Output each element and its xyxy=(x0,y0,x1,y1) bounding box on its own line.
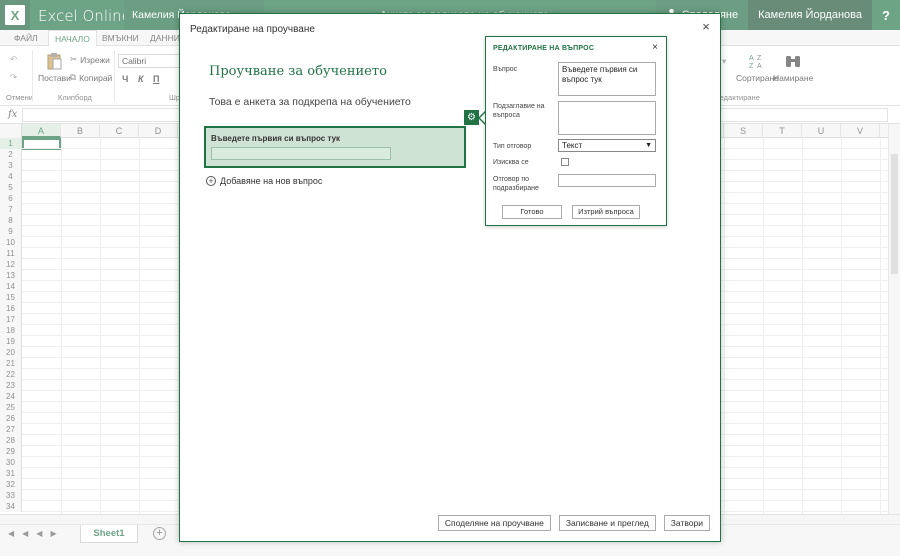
answer-preview-field xyxy=(211,147,391,160)
question-card[interactable]: Въведете първия си въпрос тук xyxy=(204,126,466,168)
share-survey-button[interactable]: Споделяне на проучване xyxy=(437,515,551,531)
subtitle-label: Подзаглавие на въпроса xyxy=(493,103,545,119)
close-button[interactable]: Затвори xyxy=(663,515,710,531)
plus-icon: + xyxy=(206,176,216,186)
close-icon[interactable]: × xyxy=(652,42,658,53)
default-answer-input[interactable] xyxy=(558,174,656,187)
done-button[interactable]: Готово xyxy=(502,205,562,219)
question-text: Въведете първия си въпрос тук xyxy=(211,134,341,143)
question-input[interactable]: Въведете първия си въпрос тук xyxy=(558,62,656,96)
gear-icon[interactable]: ⚙ xyxy=(464,110,479,125)
required-label: Изисква се xyxy=(493,159,529,166)
add-question-label: Добавяне на нов въпрос xyxy=(220,176,323,186)
chevron-down-icon: ▼ xyxy=(645,142,652,149)
dialog-title: Редактиране на проучване xyxy=(190,24,315,35)
edit-question-heading: РЕДАКТИРАНЕ НА ВЪПРОС xyxy=(493,45,595,52)
subtitle-input[interactable] xyxy=(558,101,656,135)
save-view-button[interactable]: Записване и преглед xyxy=(558,515,656,531)
question-label: Въпрос xyxy=(493,66,518,73)
answer-type-label: Тип отговор xyxy=(493,143,532,150)
answer-type-select[interactable]: Текст ▼ xyxy=(558,139,656,152)
add-question-button[interactable]: + Добавяне на нов въпрос xyxy=(206,176,322,186)
close-icon[interactable]: × xyxy=(699,20,713,34)
edit-question-panel: РЕДАКТИРАНЕ НА ВЪПРОС × Въпрос Въведете … xyxy=(485,36,667,226)
survey-description[interactable]: Това е анкета за подкрепа на обучението xyxy=(209,96,411,108)
survey-title[interactable]: Проучване за обучението xyxy=(209,64,387,79)
delete-question-button[interactable]: Изтрий въпроса xyxy=(572,205,640,219)
required-checkbox[interactable] xyxy=(561,158,569,166)
answer-type-value: Текст xyxy=(562,141,583,150)
default-answer-label: Отговор по подразбиране xyxy=(493,176,539,192)
dialog-footer: Споделяне на проучване Записване и прегл… xyxy=(437,515,710,531)
